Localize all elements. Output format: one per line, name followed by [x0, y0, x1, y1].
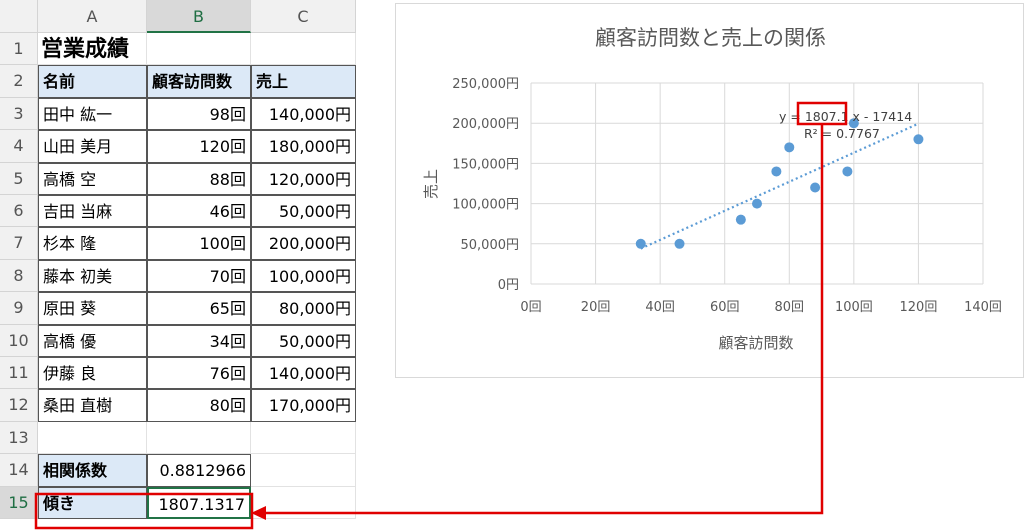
- row-header-2[interactable]: 2: [0, 65, 38, 98]
- column-header-a[interactable]: A: [38, 0, 147, 33]
- grid-cell[interactable]: [251, 486, 356, 519]
- data-point: [735, 214, 746, 225]
- table-row-name[interactable]: 桑田 直樹: [38, 389, 147, 422]
- grid-cell[interactable]: [251, 421, 356, 455]
- row-header-1[interactable]: 1: [0, 33, 38, 66]
- table-row-name[interactable]: 吉田 当麻: [38, 195, 147, 228]
- row-header-7[interactable]: 7: [0, 227, 38, 260]
- spreadsheet: A B C 1 2 3 4 5 6 7 8 9 10 11 12 13 14 15 営業成績 名前 顧客訪問数 売上…: [0, 0, 356, 531]
- table-row-sales[interactable]: 50,000円: [251, 195, 356, 228]
- y-axis-title: 売上: [422, 169, 440, 199]
- data-point: [810, 182, 821, 193]
- data-point: [635, 238, 646, 249]
- table-row-sales[interactable]: 170,000円: [251, 389, 356, 422]
- table-row-name[interactable]: 杉本 隆: [38, 227, 147, 260]
- data-point: [842, 166, 853, 177]
- y-tick-label: 100,000円: [452, 198, 519, 213]
- x-tick-label: 40回: [645, 300, 675, 315]
- table-row-name[interactable]: 田中 紘一: [38, 97, 147, 131]
- table-row-name[interactable]: 山田 美月: [38, 130, 147, 163]
- table-row-sales[interactable]: 100,000円: [251, 259, 356, 293]
- table-row-visits[interactable]: 76回: [147, 357, 251, 390]
- data-point: [913, 134, 924, 145]
- table-row-visits[interactable]: 120回: [147, 130, 251, 163]
- grid-cell[interactable]: [147, 421, 251, 455]
- table-row-visits[interactable]: 80回: [147, 389, 251, 422]
- y-tick-label: 50,000円: [461, 238, 520, 253]
- row-header-6[interactable]: 6: [0, 195, 38, 228]
- data-point: [752, 198, 762, 209]
- row-header-12[interactable]: 12: [0, 389, 38, 422]
- x-tick-label: 80回: [775, 300, 805, 315]
- x-axis-title: 顧客訪問数: [718, 334, 793, 352]
- column-header-b[interactable]: B: [147, 0, 251, 33]
- table-row-visits[interactable]: 65回: [147, 292, 251, 325]
- table-row-visits[interactable]: 88回: [147, 162, 251, 195]
- table-row-visits[interactable]: 98回: [147, 97, 251, 131]
- table-row-name[interactable]: 伊藤 良: [38, 357, 147, 390]
- header-name[interactable]: 名前: [38, 65, 147, 98]
- x-tick-label: 20回: [581, 300, 611, 315]
- table-row-sales[interactable]: 140,000円: [251, 97, 356, 131]
- slope-label[interactable]: 傾き: [38, 486, 147, 519]
- y-tick-label: 0円: [498, 278, 519, 293]
- row-header-15[interactable]: 15: [0, 486, 38, 519]
- table-row-visits[interactable]: 46回: [147, 195, 251, 228]
- table-row-name[interactable]: 藤本 初美: [38, 259, 147, 293]
- scatter-chart[interactable]: 顧客訪問数と売上の関係 0回 20回 40回 60回 80回 100回 120回 140回 0円…: [395, 3, 1024, 378]
- row-header-13[interactable]: 13: [0, 421, 38, 455]
- table-row-name[interactable]: 高橋 空: [38, 162, 147, 195]
- table-row-name[interactable]: 高橋 優: [38, 324, 147, 357]
- table-row-sales[interactable]: 180,000円: [251, 130, 356, 163]
- x-tick-label: 100回: [835, 300, 873, 315]
- x-tick-label: 0回: [520, 300, 541, 315]
- table-row-sales[interactable]: 200,000円: [251, 227, 356, 260]
- table-row-sales[interactable]: 80,000円: [251, 292, 356, 325]
- table-row-visits[interactable]: 100回: [147, 227, 251, 260]
- row-header-8[interactable]: 8: [0, 259, 38, 293]
- header-sales[interactable]: 売上: [251, 65, 356, 98]
- y-tick-label: 250,000円: [452, 77, 519, 92]
- y-tick-label: 200,000円: [452, 117, 519, 132]
- table-row-sales[interactable]: 120,000円: [251, 162, 356, 195]
- x-tick-label: 120回: [900, 300, 938, 315]
- column-header-c[interactable]: C: [251, 0, 356, 33]
- table-row-visits[interactable]: 70回: [147, 259, 251, 293]
- row-header-10[interactable]: 10: [0, 324, 38, 357]
- grid-cell[interactable]: [251, 454, 356, 487]
- r-squared-label: R² = 0.7767: [804, 126, 880, 141]
- select-all-corner[interactable]: [0, 0, 38, 33]
- table-row-visits[interactable]: 34回: [147, 324, 251, 357]
- row-header-11[interactable]: 11: [0, 357, 38, 390]
- table-row-sales[interactable]: 140,000円: [251, 357, 356, 390]
- correl-label[interactable]: 相関係数: [38, 454, 147, 487]
- x-tick-label: 60回: [710, 300, 740, 315]
- row-header-14[interactable]: 14: [0, 454, 38, 487]
- grid-cell[interactable]: [38, 421, 147, 455]
- data-point: [674, 238, 685, 249]
- row-header-4[interactable]: 4: [0, 130, 38, 163]
- trendline: [640, 122, 919, 250]
- grid-cell[interactable]: [251, 33, 356, 66]
- table-row-sales[interactable]: 50,000円: [251, 324, 356, 357]
- row-header-3[interactable]: 3: [0, 97, 38, 131]
- chart-plot-area: 0回 20回 40回 60回 80回 100回 120回 140回 0円 50,000円 100,0…: [422, 77, 1002, 352]
- header-visits[interactable]: 顧客訪問数: [147, 65, 251, 98]
- slope-value[interactable]: 1807.1317: [147, 486, 251, 519]
- y-tick-label: 150,000円: [452, 157, 519, 172]
- data-point: [771, 166, 782, 177]
- table-row-name[interactable]: 原田 葵: [38, 292, 147, 325]
- trendline-equation: y = 1807.1 x - 17414: [779, 109, 912, 124]
- x-tick-label: 140回: [964, 300, 1002, 315]
- correl-value[interactable]: 0.8812966: [147, 454, 251, 487]
- row-header-9[interactable]: 9: [0, 292, 38, 325]
- row-header-5[interactable]: 5: [0, 162, 38, 195]
- sheet-title: 営業成績: [41, 37, 130, 62]
- data-point: [784, 142, 795, 153]
